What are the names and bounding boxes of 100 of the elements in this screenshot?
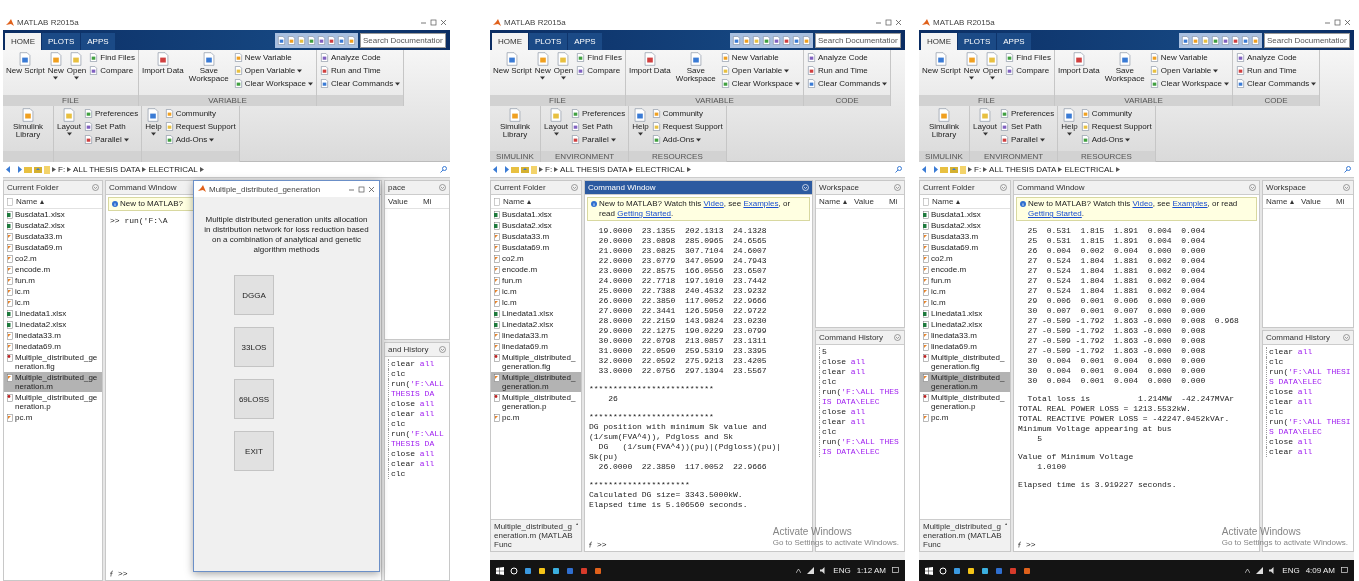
ribbon-button[interactable]: New xyxy=(963,52,980,80)
dialog-button[interactable]: DGGA xyxy=(234,275,274,315)
ribbon-tab[interactable]: APPS xyxy=(997,33,1031,50)
file-item[interactable]: pc.m xyxy=(920,412,1010,423)
file-item[interactable]: Busdata69.m xyxy=(920,242,1010,253)
file-item[interactable]: co2.m xyxy=(491,253,581,264)
toolbar-button[interactable] xyxy=(762,36,771,45)
ribbon-button[interactable]: Add-Ons xyxy=(651,134,723,145)
history-entry[interactable]: clc xyxy=(388,469,447,479)
ribbon-button[interactable]: Request Support xyxy=(1080,121,1152,132)
ribbon-button[interactable]: Compare xyxy=(1005,65,1051,76)
file-item[interactable]: Multiple_distributed_generation.m xyxy=(491,372,581,392)
file-item[interactable]: Linedata2.xlsx xyxy=(4,319,102,330)
file-item[interactable]: Multiple_distributed_generation.m xyxy=(920,372,1010,392)
command-prompt[interactable]: >> xyxy=(597,540,607,549)
history-entry[interactable]: clc xyxy=(1266,407,1351,418)
ribbon-button[interactable]: Run and Time xyxy=(1236,65,1317,76)
toolbar-button[interactable] xyxy=(1251,36,1260,45)
file-item[interactable]: encode.m xyxy=(491,264,581,275)
ribbon-button[interactable]: Request Support xyxy=(164,121,236,132)
file-item[interactable]: Linedata1.xlsx xyxy=(491,308,581,319)
file-item[interactable]: Linedata1.xlsx xyxy=(920,308,1010,319)
history-entry[interactable]: clear all xyxy=(819,417,902,428)
history-entry[interactable]: close all xyxy=(819,407,902,418)
history-entry[interactable]: clear all xyxy=(1266,447,1351,458)
info-link[interactable]: Examples xyxy=(1172,199,1208,208)
file-item[interactable]: linedata33.m xyxy=(491,330,581,341)
file-item[interactable]: Busdata1.xlsx xyxy=(920,209,1010,220)
file-item[interactable]: linedata33.m xyxy=(920,330,1010,341)
toolbar-button[interactable] xyxy=(742,36,751,45)
ribbon-tab[interactable]: PLOTS xyxy=(42,33,81,50)
file-item[interactable]: linedata69.m xyxy=(491,341,581,352)
ribbon-button[interactable]: Clear Workspace xyxy=(1149,78,1229,89)
ribbon-button[interactable]: Request Support xyxy=(651,121,723,132)
ribbon-button[interactable]: Save Workspace xyxy=(1102,52,1147,83)
toolbar-button[interactable] xyxy=(792,36,801,45)
ribbon-button[interactable]: Clear Commands xyxy=(320,78,401,89)
ribbon-button[interactable]: Open Variable xyxy=(1149,65,1229,76)
ribbon-button[interactable]: Run and Time xyxy=(320,65,401,76)
ribbon-button[interactable]: Help xyxy=(1061,108,1078,136)
file-item[interactable]: Busdata33.m xyxy=(4,231,102,242)
column-header[interactable]: Mi xyxy=(1336,197,1345,206)
ribbon-tab[interactable]: HOME xyxy=(921,33,957,50)
ribbon-button[interactable]: Clear Commands xyxy=(807,78,888,89)
history-entry[interactable]: clear all xyxy=(1266,347,1351,358)
file-item[interactable]: Busdata2.xlsx xyxy=(491,220,581,231)
ribbon-button[interactable]: Import Data xyxy=(628,52,671,75)
ribbon-button[interactable]: Clear Commands xyxy=(1236,78,1317,89)
file-item[interactable]: Linedata2.xlsx xyxy=(491,319,581,330)
ribbon-button[interactable]: Community xyxy=(651,108,723,119)
ribbon-button[interactable]: Parallel xyxy=(84,134,139,145)
ribbon-button[interactable]: Set Path xyxy=(84,121,139,132)
ribbon-button[interactable]: Clear Workspace xyxy=(233,78,313,89)
toolbar-button[interactable] xyxy=(1241,36,1250,45)
file-item[interactable]: Linedata2.xlsx xyxy=(920,319,1010,330)
ribbon-button[interactable]: Find Files xyxy=(89,52,135,63)
command-prompt[interactable]: >> xyxy=(1026,540,1036,549)
toolbar-button[interactable] xyxy=(752,36,761,45)
ribbon-tab[interactable]: APPS xyxy=(81,33,115,50)
file-item[interactable]: Busdata1.xlsx xyxy=(491,209,581,220)
file-item[interactable]: Multiple_distributed_generation.fig xyxy=(491,352,581,372)
ribbon-button[interactable]: Layout xyxy=(544,108,569,136)
file-item[interactable]: lc.m xyxy=(491,297,581,308)
column-header[interactable]: Name ▴ xyxy=(819,197,851,206)
ribbon-button[interactable]: Run and Time xyxy=(807,65,888,76)
file-item[interactable]: Busdata69.m xyxy=(4,242,102,253)
column-header[interactable]: Value xyxy=(1301,197,1333,206)
history-entry[interactable]: clc xyxy=(388,369,447,379)
ribbon-button[interactable]: Open Variable xyxy=(720,65,800,76)
ribbon-button[interactable]: Add-Ons xyxy=(164,134,236,145)
toolbar-button[interactable] xyxy=(1231,36,1240,45)
ribbon-button[interactable]: Open xyxy=(66,52,87,80)
ribbon-button[interactable]: New Variable xyxy=(233,52,313,63)
ribbon-button[interactable]: Help xyxy=(145,108,162,136)
history-entry[interactable]: close all xyxy=(388,399,447,409)
dialog-button[interactable]: 69LOSS xyxy=(234,379,274,419)
file-item[interactable]: Multiple_distributed_generation.m xyxy=(4,372,102,392)
ribbon-button[interactable]: Open Variable xyxy=(233,65,313,76)
search-field[interactable]: Search Documentation xyxy=(1264,33,1350,48)
column-header[interactable]: Value xyxy=(854,197,886,206)
ribbon-button[interactable]: New Script xyxy=(6,52,45,75)
file-item[interactable]: ic.m xyxy=(491,286,581,297)
toolbar-button[interactable] xyxy=(802,36,811,45)
ribbon-button[interactable]: Open xyxy=(553,52,574,80)
dialog-button[interactable]: EXIT xyxy=(234,431,274,471)
history-entry[interactable]: clear all xyxy=(1266,397,1351,408)
file-item[interactable]: Busdata2.xlsx xyxy=(4,220,102,231)
ribbon-button[interactable]: Find Files xyxy=(576,52,622,63)
ribbon-button[interactable]: New xyxy=(534,52,551,80)
ribbon-button[interactable]: Layout xyxy=(973,108,998,136)
ribbon-button[interactable]: Simulink Library xyxy=(493,108,537,139)
info-link[interactable]: Examples xyxy=(743,199,779,208)
info-link[interactable]: Video xyxy=(703,199,724,208)
search-field[interactable]: Search Documentation xyxy=(360,33,446,48)
history-entry[interactable]: clc xyxy=(819,427,902,438)
ribbon-button[interactable]: Set Path xyxy=(571,121,626,132)
column-header[interactable]: Value xyxy=(388,197,420,206)
info-link[interactable]: Video xyxy=(1132,199,1153,208)
toolbar-button[interactable] xyxy=(317,36,326,45)
ribbon-button[interactable]: Import Data xyxy=(141,52,184,75)
